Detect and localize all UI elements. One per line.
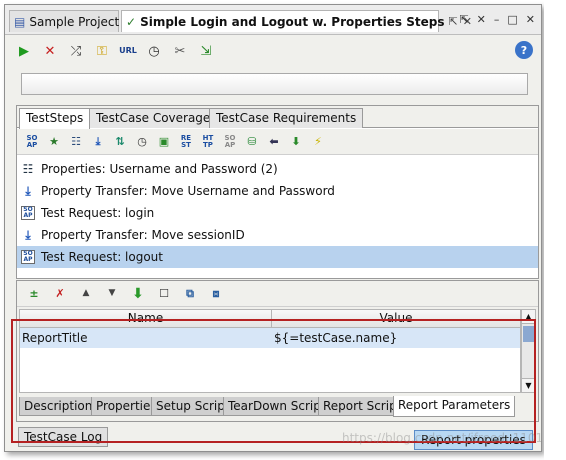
list-item[interactable]: ☷ Properties: Username and Password (2) <box>17 158 538 180</box>
rest-request-icon[interactable]: RE ST <box>177 133 195 151</box>
move-up-icon[interactable]: ▲ <box>77 285 95 303</box>
property-transfer-icon: ⤓ <box>25 227 31 242</box>
tab-sample-project[interactable]: ▤ Sample Project <box>9 10 119 32</box>
scroll-thumb[interactable] <box>523 326 534 342</box>
mock-response-icon[interactable]: ⬇ <box>287 133 305 151</box>
tab-testcase-requirements[interactable]: TestCase Requirements <box>209 108 364 128</box>
report-parameters-table: Name Value ReportTitle ${=testCase.name} <box>19 309 521 393</box>
tab-label: Simple Login and Logout w. Properties St… <box>140 14 445 29</box>
step-label: Property Transfer: Move sessionID <box>41 228 245 242</box>
star-icon[interactable]: ★ <box>45 133 63 151</box>
scroll-down-icon[interactable]: ▼ <box>522 378 535 392</box>
export-icon[interactable]: ⇲ <box>197 42 215 60</box>
remove-property-icon[interactable]: ✗ <box>51 285 69 303</box>
clear-icon[interactable]: ☐ <box>155 285 173 303</box>
options-icon[interactable]: ✂ <box>171 42 189 60</box>
soap-request-icon: SO AP <box>21 250 35 264</box>
tab-testcase[interactable]: ✓ Simple Login and Logout w. Properties … <box>121 10 472 32</box>
tab-teststeps[interactable]: TestSteps <box>19 108 91 129</box>
run-testcase-icon[interactable]: ▣ <box>155 133 173 151</box>
test-steps-panel: TestSteps TestCase Coverage TestCase Req… <box>16 105 539 279</box>
url-icon[interactable]: URL <box>119 42 137 60</box>
timer-icon[interactable]: ◷ <box>145 42 163 60</box>
table-row[interactable]: ReportTitle ${=testCase.name} <box>20 328 520 348</box>
tab-label: Sample Project <box>29 14 120 29</box>
testcase-log-tab[interactable]: TestCase Log <box>18 427 109 447</box>
pin-icon[interactable]: ⇱ <box>459 13 468 26</box>
testcase-icon: ✓ <box>126 14 137 29</box>
properties-icon[interactable]: ☷ <box>67 133 85 151</box>
step-label: Properties: Username and Password (2) <box>41 162 278 176</box>
page-margin <box>544 0 566 460</box>
table-header: Name Value <box>20 310 520 328</box>
tab-report-parameters[interactable]: Report Parameters <box>393 396 516 417</box>
jdbc-icon[interactable]: ⛁ <box>243 133 261 151</box>
minimize-icon[interactable]: – <box>494 13 500 26</box>
progress-bar <box>21 73 528 95</box>
manual-step-icon[interactable]: ⚡ <box>309 133 327 151</box>
list-item[interactable]: ⤓ Property Transfer: Move sessionID <box>17 224 538 246</box>
run-icon[interactable]: ▶ <box>15 42 33 60</box>
scroll-up-icon[interactable]: ▲ <box>522 310 535 324</box>
close-icon[interactable]: ✕ <box>477 13 486 26</box>
conditional-goto-icon[interactable]: ⇅ <box>111 133 129 151</box>
properties-icon: ☷ <box>22 162 34 176</box>
move-down-icon[interactable]: ▼ <box>103 285 121 303</box>
loop-icon[interactable]: ⤮ <box>67 42 85 60</box>
cancel-icon[interactable]: ✕ <box>41 42 59 60</box>
soap-request-icon: SO AP <box>21 206 35 220</box>
param-name-cell[interactable]: ReportTitle <box>20 328 272 348</box>
http-text-2: TP <box>203 140 213 149</box>
groovy-icon[interactable]: ⬅ <box>265 133 283 151</box>
window-controls: ⇱ ✕ – □ ✕ <box>459 13 535 26</box>
copy-icon[interactable]: ⧉ <box>181 285 199 303</box>
maximize-icon[interactable]: □ <box>507 13 517 26</box>
property-transfer-icon[interactable]: ⤓ <box>89 133 107 151</box>
rest-text-2: ST <box>181 140 191 149</box>
help-icon[interactable]: ? <box>515 41 533 59</box>
testcase-detail-tabs: Description Properties Setup Script Tear… <box>17 395 538 417</box>
watermark: https://blog.csdn.net/ifreedu1101 <box>342 431 544 445</box>
soap-text-2: AP <box>26 140 38 149</box>
param-value-cell[interactable]: ${=testCase.name} <box>272 328 520 348</box>
params-toolbar: ± ✗ ▲ ▼ ⬇ ☐ ⧉ ⧈ <box>17 281 538 307</box>
step-label: Property Transfer: Move Username and Pas… <box>41 184 335 198</box>
amf-request-icon[interactable]: SO AP <box>221 133 239 151</box>
testcase-toolbar: ▶ ✕ ⤮ ⚿ URL ◷ ✂ ⇲ <box>5 36 541 66</box>
soapui-testcase-window: ▤ Sample Project ✓ Simple Login and Logo… <box>4 4 542 452</box>
http-request-icon[interactable]: HT TP <box>199 133 217 151</box>
load-icon[interactable]: ⬇ <box>129 285 147 303</box>
column-header-name[interactable]: Name <box>20 310 272 327</box>
soap-request-icon[interactable]: SO AP <box>23 133 41 151</box>
list-item[interactable]: SO AP Test Request: logout <box>17 246 538 268</box>
pin-icon[interactable]: ⇱ <box>448 15 457 28</box>
delay-icon[interactable]: ◷ <box>133 133 151 151</box>
tab-setup-script[interactable]: Setup Script <box>151 397 235 416</box>
test-step-list: ☷ Properties: Username and Password (2) … <box>17 158 538 268</box>
report-parameters-panel: ± ✗ ▲ ▼ ⬇ ☐ ⧉ ⧈ Name Value ReportTitle $… <box>16 280 539 422</box>
close-icon[interactable]: ✕ <box>526 13 535 26</box>
step-label: Test Request: logout <box>41 250 163 264</box>
vertical-scrollbar[interactable]: ▲ ▼ <box>521 309 536 393</box>
tab-description[interactable]: Description <box>19 397 98 416</box>
editor-tabbar: ▤ Sample Project ✓ Simple Login and Logo… <box>5 5 541 35</box>
tab-teardown-script[interactable]: TearDown Script <box>223 397 331 416</box>
list-item[interactable]: SO AP Test Request: login <box>17 202 538 224</box>
column-header-value[interactable]: Value <box>272 310 520 327</box>
property-transfer-icon: ⤓ <box>25 183 31 198</box>
list-item[interactable]: ⤓ Property Transfer: Move Username and P… <box>17 180 538 202</box>
paste-icon[interactable]: ⧈ <box>207 285 225 303</box>
add-property-icon[interactable]: ± <box>25 285 43 303</box>
steps-toolbar: SO AP ★ ☷ ⤓ ⇅ ◷ ▣ RE ST HT TP SO AP ⛁ ⬅ ⬇ ⚡ <box>17 129 538 155</box>
amf-text-2: AP <box>224 140 236 149</box>
tab-testcase-coverage[interactable]: TestCase Coverage <box>89 108 218 128</box>
step-label: Test Request: login <box>41 206 155 220</box>
credentials-icon[interactable]: ⚿ <box>93 42 111 60</box>
steps-tab-strip: TestSteps TestCase Coverage TestCase Req… <box>17 106 538 129</box>
project-icon: ▤ <box>14 14 26 29</box>
